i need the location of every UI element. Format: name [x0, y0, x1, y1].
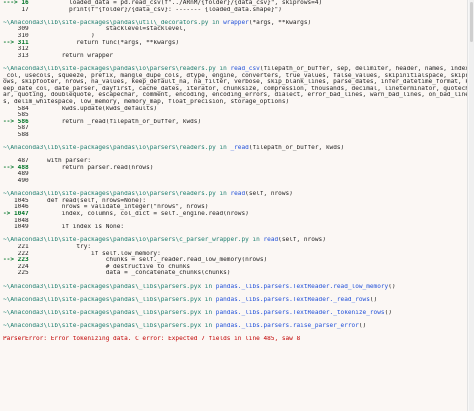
traceback-line: _col, usecols, squeeze, prefix, mangle_d…	[3, 73, 467, 80]
traceback-line	[3, 277, 467, 284]
traceback-line-text: --> 223 chunks = self._reader.read_low_m…	[3, 257, 268, 264]
traceback-line: ~\Anaconda3\lib\site-packages\pandas\io\…	[3, 145, 467, 152]
traceback-line-text: ParserError: Error tokenizing data. C er…	[3, 336, 301, 343]
traceback-output: ---> 16 loaded_data = pd.read_csv(f"../A…	[0, 0, 468, 411]
traceback-line-text: --> 488 return parser.read(nrows)	[3, 164, 154, 171]
traceback-line-text: 490	[3, 178, 29, 185]
traceback-line-text: 309 stacklevel=stacklevel,	[3, 26, 187, 33]
traceback-line: 1049 if index is None:	[3, 224, 467, 231]
traceback-line-text: s, delim_whitespace, low_memory, memory_…	[3, 98, 290, 105]
traceback-line-text: ~\Anaconda3\lib\site-packages\pandas\_li…	[3, 309, 392, 316]
traceback-line-text: ~\Anaconda3\lib\site-packages\pandas\io\…	[3, 191, 293, 198]
traceback-line-text: 588	[3, 131, 29, 138]
traceback-line-text: 221 try:	[3, 243, 92, 250]
traceback-line: ows, skipfooter, nrows, na_values, keep_…	[3, 79, 467, 86]
traceback-line: 309 stacklevel=stacklevel,	[3, 26, 467, 33]
traceback-line-text: 584 kwds.update(kwds_defaults)	[3, 105, 158, 112]
traceback-line-text: 17 print(f"{folder}/{data_csv}: ------- …	[3, 6, 282, 13]
traceback-line: 312	[3, 46, 467, 53]
traceback-line-text: _col, usecols, squeeze, prefix, mangle_d…	[3, 72, 467, 79]
traceback-line: s, delim_whitespace, low_memory, memory_…	[3, 99, 467, 106]
traceback-line: 225 data = _concatenate_chunks(chunks)	[3, 270, 467, 277]
traceback-line: 490	[3, 178, 467, 185]
traceback-line: 1046 nrows = validate_integer("nrows", n…	[3, 204, 467, 211]
traceback-line: ---> 16 loaded_data = pd.read_csv(f"../A…	[3, 0, 467, 7]
traceback-line-text: ~\Anaconda3\lib\site-packages\pandas\_li…	[3, 283, 396, 290]
traceback-line-text: ~\Anaconda3\lib\site-packages\pandas\_li…	[3, 296, 378, 303]
traceback-line	[3, 231, 467, 238]
traceback-line-text: eep_date_col, date_parser, dayfirst, cac…	[3, 85, 467, 92]
traceback-line: 487 with parser:	[3, 158, 467, 165]
traceback-line-text: 587	[3, 125, 29, 132]
traceback-line: ~\Anaconda3\lib\site-packages\pandas\io\…	[3, 237, 467, 244]
traceback-line: 584 kwds.update(kwds_defaults)	[3, 106, 467, 113]
traceback-line: 221 try:	[3, 244, 467, 251]
traceback-line	[3, 59, 467, 66]
traceback-line-text: 585	[3, 112, 29, 119]
traceback-line: ar, quoting, doublequote, escapechar, co…	[3, 92, 467, 99]
traceback-line: ~\Anaconda3\lib\site-packages\pandas\_li…	[3, 323, 467, 330]
traceback-line: ~\Anaconda3\lib\site-packages\pandas\_li…	[3, 310, 467, 317]
traceback-line: ~\Anaconda3\lib\site-packages\pandas\io\…	[3, 191, 467, 198]
traceback-line: eep_date_col, date_parser, dayfirst, cac…	[3, 86, 467, 93]
traceback-line: 313 return wrapper	[3, 53, 467, 60]
traceback-line-text: 1049 if index is None:	[3, 224, 125, 231]
traceback-line: 1048	[3, 218, 467, 225]
traceback-line-text: ~\Anaconda3\lib\site-packages\pandas\io\…	[3, 65, 467, 72]
traceback-line: 310 )	[3, 33, 467, 40]
traceback-line: ParserError: Error tokenizing data. C er…	[3, 336, 467, 343]
traceback-line-text: ar, quoting, doublequote, escapechar, co…	[3, 92, 467, 99]
traceback-line-text: ---> 16 loaded_data = pd.read_csv(f"../A…	[3, 0, 323, 6]
traceback-line-text: ~\Anaconda3\lib\site-packages\pandas\uti…	[3, 19, 312, 26]
traceback-line: --> 311 return func(*args, **kwargs)	[3, 40, 467, 47]
traceback-line	[3, 290, 467, 297]
traceback-line-text: 222 if self.low_memory:	[3, 250, 161, 257]
traceback-line-text: ~\Anaconda3\lib\site-packages\pandas\io\…	[3, 145, 345, 152]
traceback-line-text: 489	[3, 171, 29, 178]
traceback-line: ~\Anaconda3\lib\site-packages\pandas\_li…	[3, 284, 467, 291]
traceback-line-text: 1046 nrows = validate_integer("nrows", n…	[3, 204, 209, 211]
traceback-line: --> 223 chunks = self._reader.read_low_m…	[3, 257, 467, 264]
traceback-line-text: 487 with parser:	[3, 158, 92, 165]
traceback-line: -> 1047 index, columns, col_dict = self.…	[3, 211, 467, 218]
traceback-line: ~\Anaconda3\lib\site-packages\pandas\io\…	[3, 66, 467, 73]
traceback-line: 489	[3, 171, 467, 178]
traceback-line-text: ows, skipfooter, nrows, na_values, keep_…	[3, 79, 467, 86]
traceback-line: 1045 def read(self, nrows=None):	[3, 198, 467, 205]
traceback-line-text: --> 586 return _read(filepath_or_buffer,…	[3, 118, 202, 125]
traceback-line-text: 312	[3, 46, 29, 53]
traceback-line	[3, 317, 467, 324]
traceback-line: 585	[3, 112, 467, 119]
traceback-line	[3, 152, 467, 159]
traceback-line: ~\Anaconda3\lib\site-packages\pandas\uti…	[3, 20, 467, 27]
traceback-line-text: 224 # destructive to chunks	[3, 263, 191, 270]
traceback-line-text: 1045 def read(self, nrows=None):	[3, 197, 147, 204]
traceback-line	[3, 303, 467, 310]
traceback-line: 224 # destructive to chunks	[3, 264, 467, 271]
traceback-line: --> 488 return parser.read(nrows)	[3, 165, 467, 172]
traceback-line	[3, 13, 467, 20]
traceback-line-text: ~\Anaconda3\lib\site-packages\pandas\io\…	[3, 237, 326, 244]
traceback-line-text: 310 )	[3, 32, 95, 39]
traceback-line-text: 225 data = _concatenate_chunks(chunks)	[3, 270, 231, 277]
traceback-line: 588	[3, 132, 467, 139]
traceback-line-text: --> 311 return func(*args, **kwargs)	[3, 39, 180, 46]
traceback-line	[3, 185, 467, 192]
scrollbar-thumb[interactable]	[470, 2, 473, 42]
traceback-line-text: 1048	[3, 217, 29, 224]
traceback-line: ~\Anaconda3\lib\site-packages\pandas\_li…	[3, 297, 467, 304]
traceback-line-text: 313 return wrapper	[3, 52, 114, 59]
traceback-line: 222 if self.low_memory:	[3, 251, 467, 258]
traceback-line	[3, 330, 467, 337]
traceback-line: 17 print(f"{folder}/{data_csv}: ------- …	[3, 7, 467, 14]
traceback-line: 587	[3, 125, 467, 132]
traceback-line-text: -> 1047 index, columns, col_dict = self.…	[3, 211, 249, 217]
traceback-line	[3, 138, 467, 145]
traceback-line: --> 586 return _read(filepath_or_buffer,…	[3, 119, 467, 126]
traceback-line-text: ~\Anaconda3\lib\site-packages\pandas\_li…	[3, 323, 367, 330]
scrollbar[interactable]	[469, 0, 474, 411]
